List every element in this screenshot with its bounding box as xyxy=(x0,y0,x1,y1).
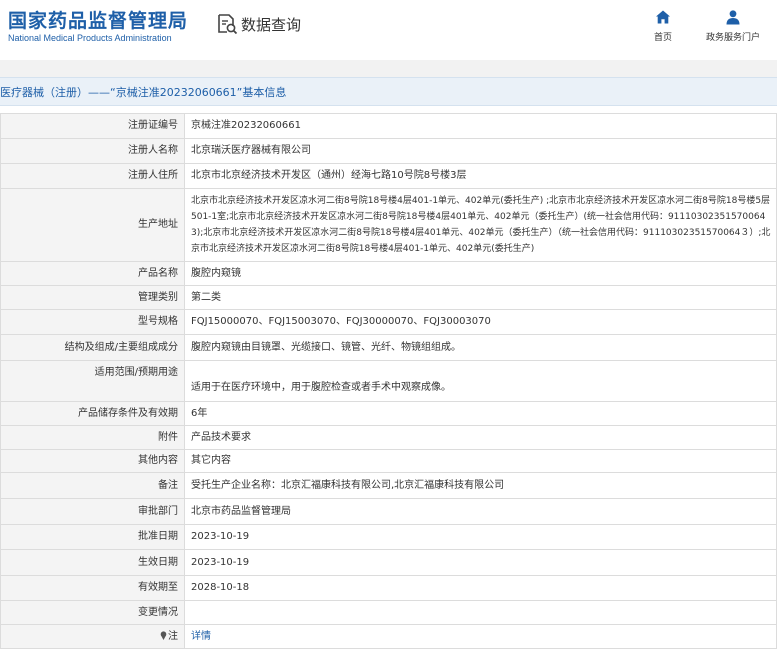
row-label: 其他内容 xyxy=(0,449,185,473)
table-row: 结构及组成/主要组成成分 腹腔内窥镜由目镜罩、光缆接口、镜管、光纤、物镜组组成。 xyxy=(0,334,777,361)
nav-service-portal[interactable]: 政务服务门户 xyxy=(703,9,763,43)
table-row: 管理类别 第二类 xyxy=(0,285,777,310)
row-value xyxy=(184,600,777,625)
table-row: 有效期至 2028-10-18 xyxy=(0,575,777,601)
table-row: 注册证编号 京械注准20232060661 xyxy=(0,113,777,139)
row-value: 京械注准20232060661 xyxy=(184,113,777,139)
note-label-cell: 注 xyxy=(0,624,185,649)
row-label: 注册人住所 xyxy=(0,163,185,189)
table-row: 产品储存条件及有效期 6年 xyxy=(0,401,777,426)
row-label: 注册证编号 xyxy=(0,113,185,139)
row-label: 审批部门 xyxy=(0,498,185,525)
row-value: 北京市北京经济技术开发区凉水河二街8号院18号楼4层401-1单元、402单元(… xyxy=(184,188,777,262)
row-value: 产品技术要求 xyxy=(184,425,777,450)
row-label: 产品储存条件及有效期 xyxy=(0,401,185,426)
search-document-icon xyxy=(218,14,238,35)
row-value: 北京市北京经济技术开发区（通州）经海七路10号院8号楼3层 xyxy=(184,163,777,189)
row-label: 备注 xyxy=(0,472,185,499)
row-label: 管理类别 xyxy=(0,285,185,310)
row-value: 其它内容 xyxy=(184,449,777,473)
nav-home-label: 首页 xyxy=(653,33,672,43)
row-label: 附件 xyxy=(0,425,185,450)
logo-title[interactable]: 国家药品监督管理局 xyxy=(8,6,188,33)
row-value: 受托生产企业名称：北京汇福康科技有限公司,北京汇福康科技有限公司 xyxy=(184,472,777,499)
row-value: 2023-10-19 xyxy=(184,549,777,576)
pin-icon xyxy=(160,630,167,640)
table-row: 生效日期 2023-10-19 xyxy=(0,549,777,576)
user-icon xyxy=(726,10,740,25)
registration-detail-table: 注册证编号 京械注准20232060661 注册人名称 北京瑞沃医疗器械有限公司 注… xyxy=(0,113,777,649)
row-label: 注册人名称 xyxy=(0,138,185,164)
table-row: 注册人名称 北京瑞沃医疗器械有限公司 xyxy=(0,138,777,164)
nav-service-portal-label: 政务服务门户 xyxy=(705,33,760,43)
table-row: 备注 受托生产企业名称：北京汇福康科技有限公司,北京汇福康科技有限公司 xyxy=(0,472,777,499)
data-query-label: 数据查询 xyxy=(241,15,302,34)
header-divider-band xyxy=(0,60,777,77)
row-value: 北京瑞沃医疗器械有限公司 xyxy=(184,138,777,164)
note-value-cell: 详情 xyxy=(184,624,777,649)
row-value: 6年 xyxy=(184,401,777,426)
row-label: 适用范围/预期用途 xyxy=(0,360,185,402)
table-row: 适用范围/预期用途 适用于在医疗环境中，用于腹腔检查或者手术中观察成像。 xyxy=(0,360,777,402)
row-value: 北京市药品监督管理局 xyxy=(184,498,777,525)
row-label: 生效日期 xyxy=(0,549,185,576)
row-label: 结构及组成/主要组成成分 xyxy=(0,334,185,361)
row-label: 批准日期 xyxy=(0,524,185,550)
table-row: 注册人住所 北京市北京经济技术开发区（通州）经海七路10号院8号楼3层 xyxy=(0,163,777,189)
page-title: 医疗器械（注册）——“京械注准20232060661”基本信息 xyxy=(0,86,287,99)
table-row: 产品名称 腹腔内窥镜 xyxy=(0,261,777,286)
nav-home[interactable]: 首页 xyxy=(633,9,693,43)
note-row: 注 详情 xyxy=(0,624,777,649)
table-row: 批准日期 2023-10-19 xyxy=(0,524,777,550)
table-row: 生产地址 北京市北京经济技术开发区凉水河二街8号院18号楼4层401-1单元、40… xyxy=(0,188,777,262)
table-row: 变更情况 xyxy=(0,600,777,625)
table-row: 型号规格 FQJ15000070、FQJ15003070、FQJ30000070、… xyxy=(0,309,777,335)
site-header: 国家药品监督管理局 National Medical Products Admi… xyxy=(0,0,777,60)
row-label: 产品名称 xyxy=(0,261,185,286)
table-row: 审批部门 北京市药品监督管理局 xyxy=(0,498,777,525)
data-query-link[interactable]: 数据查询 xyxy=(216,11,301,37)
table-row: 其他内容 其它内容 xyxy=(0,449,777,473)
row-label: 型号规格 xyxy=(0,309,185,335)
row-value: 第二类 xyxy=(184,285,777,310)
row-label: 变更情况 xyxy=(0,600,185,625)
details-link[interactable]: 详情 xyxy=(191,631,211,642)
home-icon xyxy=(656,10,670,24)
row-value: 腹腔内窥镜由目镜罩、光缆接口、镜管、光纤、物镜组组成。 xyxy=(184,334,777,361)
row-value: 腹腔内窥镜 xyxy=(184,261,777,286)
row-value: 2023-10-19 xyxy=(184,524,777,550)
row-label: 生产地址 xyxy=(0,188,185,262)
row-value: 2028-10-18 xyxy=(184,575,777,601)
note-label: 注 xyxy=(168,630,178,642)
row-label: 有效期至 xyxy=(0,575,185,601)
row-value: 适用于在医疗环境中，用于腹腔检查或者手术中观察成像。 xyxy=(184,360,777,402)
row-value: FQJ15000070、FQJ15003070、FQJ30000070、FQJ3… xyxy=(184,309,777,335)
logo-subtitle: National Medical Products Administration xyxy=(8,33,172,43)
page-title-bar: 医疗器械（注册）——“京械注准20232060661”基本信息 xyxy=(0,77,777,106)
table-row: 附件 产品技术要求 xyxy=(0,425,777,450)
